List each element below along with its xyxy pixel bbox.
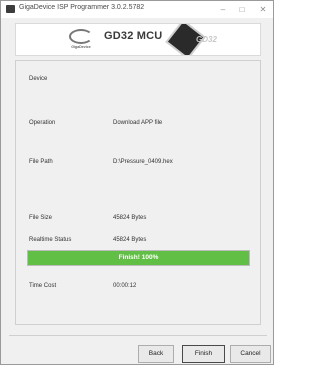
chip-text: GD32 xyxy=(196,35,217,44)
realtime-status-value: 45824 Bytes xyxy=(113,237,147,243)
finish-button[interactable]: Finish xyxy=(182,345,225,363)
logo-brand-text: GigaDevice xyxy=(71,45,91,49)
minimize-button[interactable]: – xyxy=(214,3,232,16)
time-cost-value: 00:00:12 xyxy=(113,283,137,289)
realtime-status-label: Realtime Status xyxy=(29,237,72,243)
cancel-button[interactable]: Cancel xyxy=(230,345,271,363)
time-cost-label: Time Cost xyxy=(29,283,57,289)
file-size-label: File Size xyxy=(29,215,53,221)
progress-text: Finish! 100% xyxy=(118,254,159,261)
footer-separator xyxy=(9,335,267,336)
product-title: GD32 MCU xyxy=(104,30,163,42)
app-icon xyxy=(6,5,15,13)
file-path-label: File Path xyxy=(29,159,53,165)
gigadevice-logo: GigaDevice xyxy=(65,29,97,53)
maximize-button[interactable]: □ xyxy=(233,3,251,16)
device-label: Device xyxy=(29,76,48,82)
window-title: GigaDevice ISP Programmer 3.0.2.5782 xyxy=(19,4,145,11)
operation-value: Download APP file xyxy=(113,120,163,126)
operation-label: Operation xyxy=(29,120,56,126)
title-bar: GigaDevice ISP Programmer 3.0.2.5782 – □… xyxy=(1,1,273,18)
isp-programmer-window: GigaDevice ISP Programmer 3.0.2.5782 – □… xyxy=(0,0,274,365)
product-banner: GigaDevice GD32 MCU GD32 xyxy=(15,23,261,56)
logo-swirl-icon xyxy=(69,29,93,44)
progress-bar: Finish! 100% xyxy=(27,250,250,266)
status-panel: Device Operation Download APP file File … xyxy=(15,60,261,325)
file-size-value: 45824 Bytes xyxy=(113,215,147,221)
close-button[interactable]: ✕ xyxy=(254,3,272,16)
back-button[interactable]: Back xyxy=(138,345,174,363)
file-path-value: D:\Pressure_0409.hex xyxy=(113,159,173,165)
